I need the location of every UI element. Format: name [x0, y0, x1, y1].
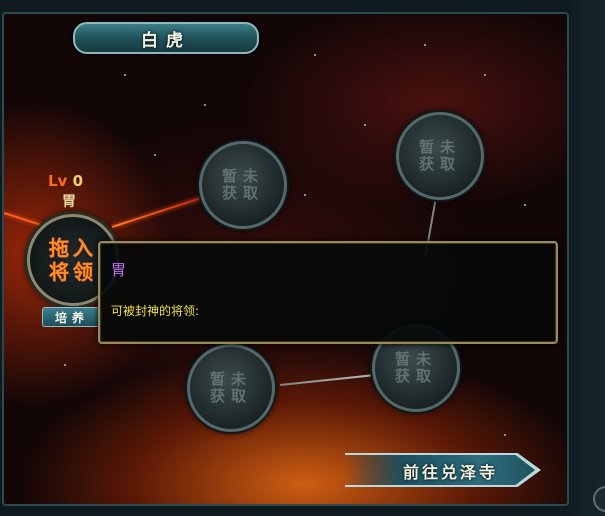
slot-placeholder-text: 拖入将领 — [49, 236, 97, 284]
locked-star-node[interactable]: 暂未获取 — [199, 141, 287, 229]
goto-button-label: 前往兑泽寺 — [403, 463, 499, 482]
locked-star-node[interactable]: 暂未获取 — [187, 344, 275, 432]
corner-knob-icon — [593, 486, 605, 512]
energy-line — [111, 195, 208, 228]
locked-label: 暂未获取 — [394, 350, 437, 385]
tooltip-popup: 胃 可被封神的将领: — [98, 241, 558, 344]
tooltip-title: 胃 — [111, 261, 127, 279]
goto-temple-button[interactable]: 前往兑泽寺 — [345, 453, 541, 487]
side-strip — [569, 0, 605, 516]
title-banner: 白虎 — [73, 22, 259, 54]
connector-line — [279, 374, 372, 386]
locked-star-node[interactable]: 暂未获取 — [396, 112, 484, 200]
train-button[interactable]: 培养 — [42, 307, 102, 327]
locked-label: 暂未获取 — [209, 370, 252, 405]
page-title: 白虎 — [141, 30, 191, 51]
train-button-label: 培养 — [54, 310, 89, 325]
level-value: 0 — [72, 172, 84, 190]
level-indicator: Lv 0 — [48, 172, 83, 190]
star-name: 胃 — [62, 194, 76, 210]
locked-label: 暂未获取 — [418, 138, 461, 173]
locked-label: 暂未获取 — [221, 167, 264, 202]
tooltip-body: 可被封神的将领: — [111, 304, 200, 318]
level-prefix: Lv — [48, 172, 68, 190]
